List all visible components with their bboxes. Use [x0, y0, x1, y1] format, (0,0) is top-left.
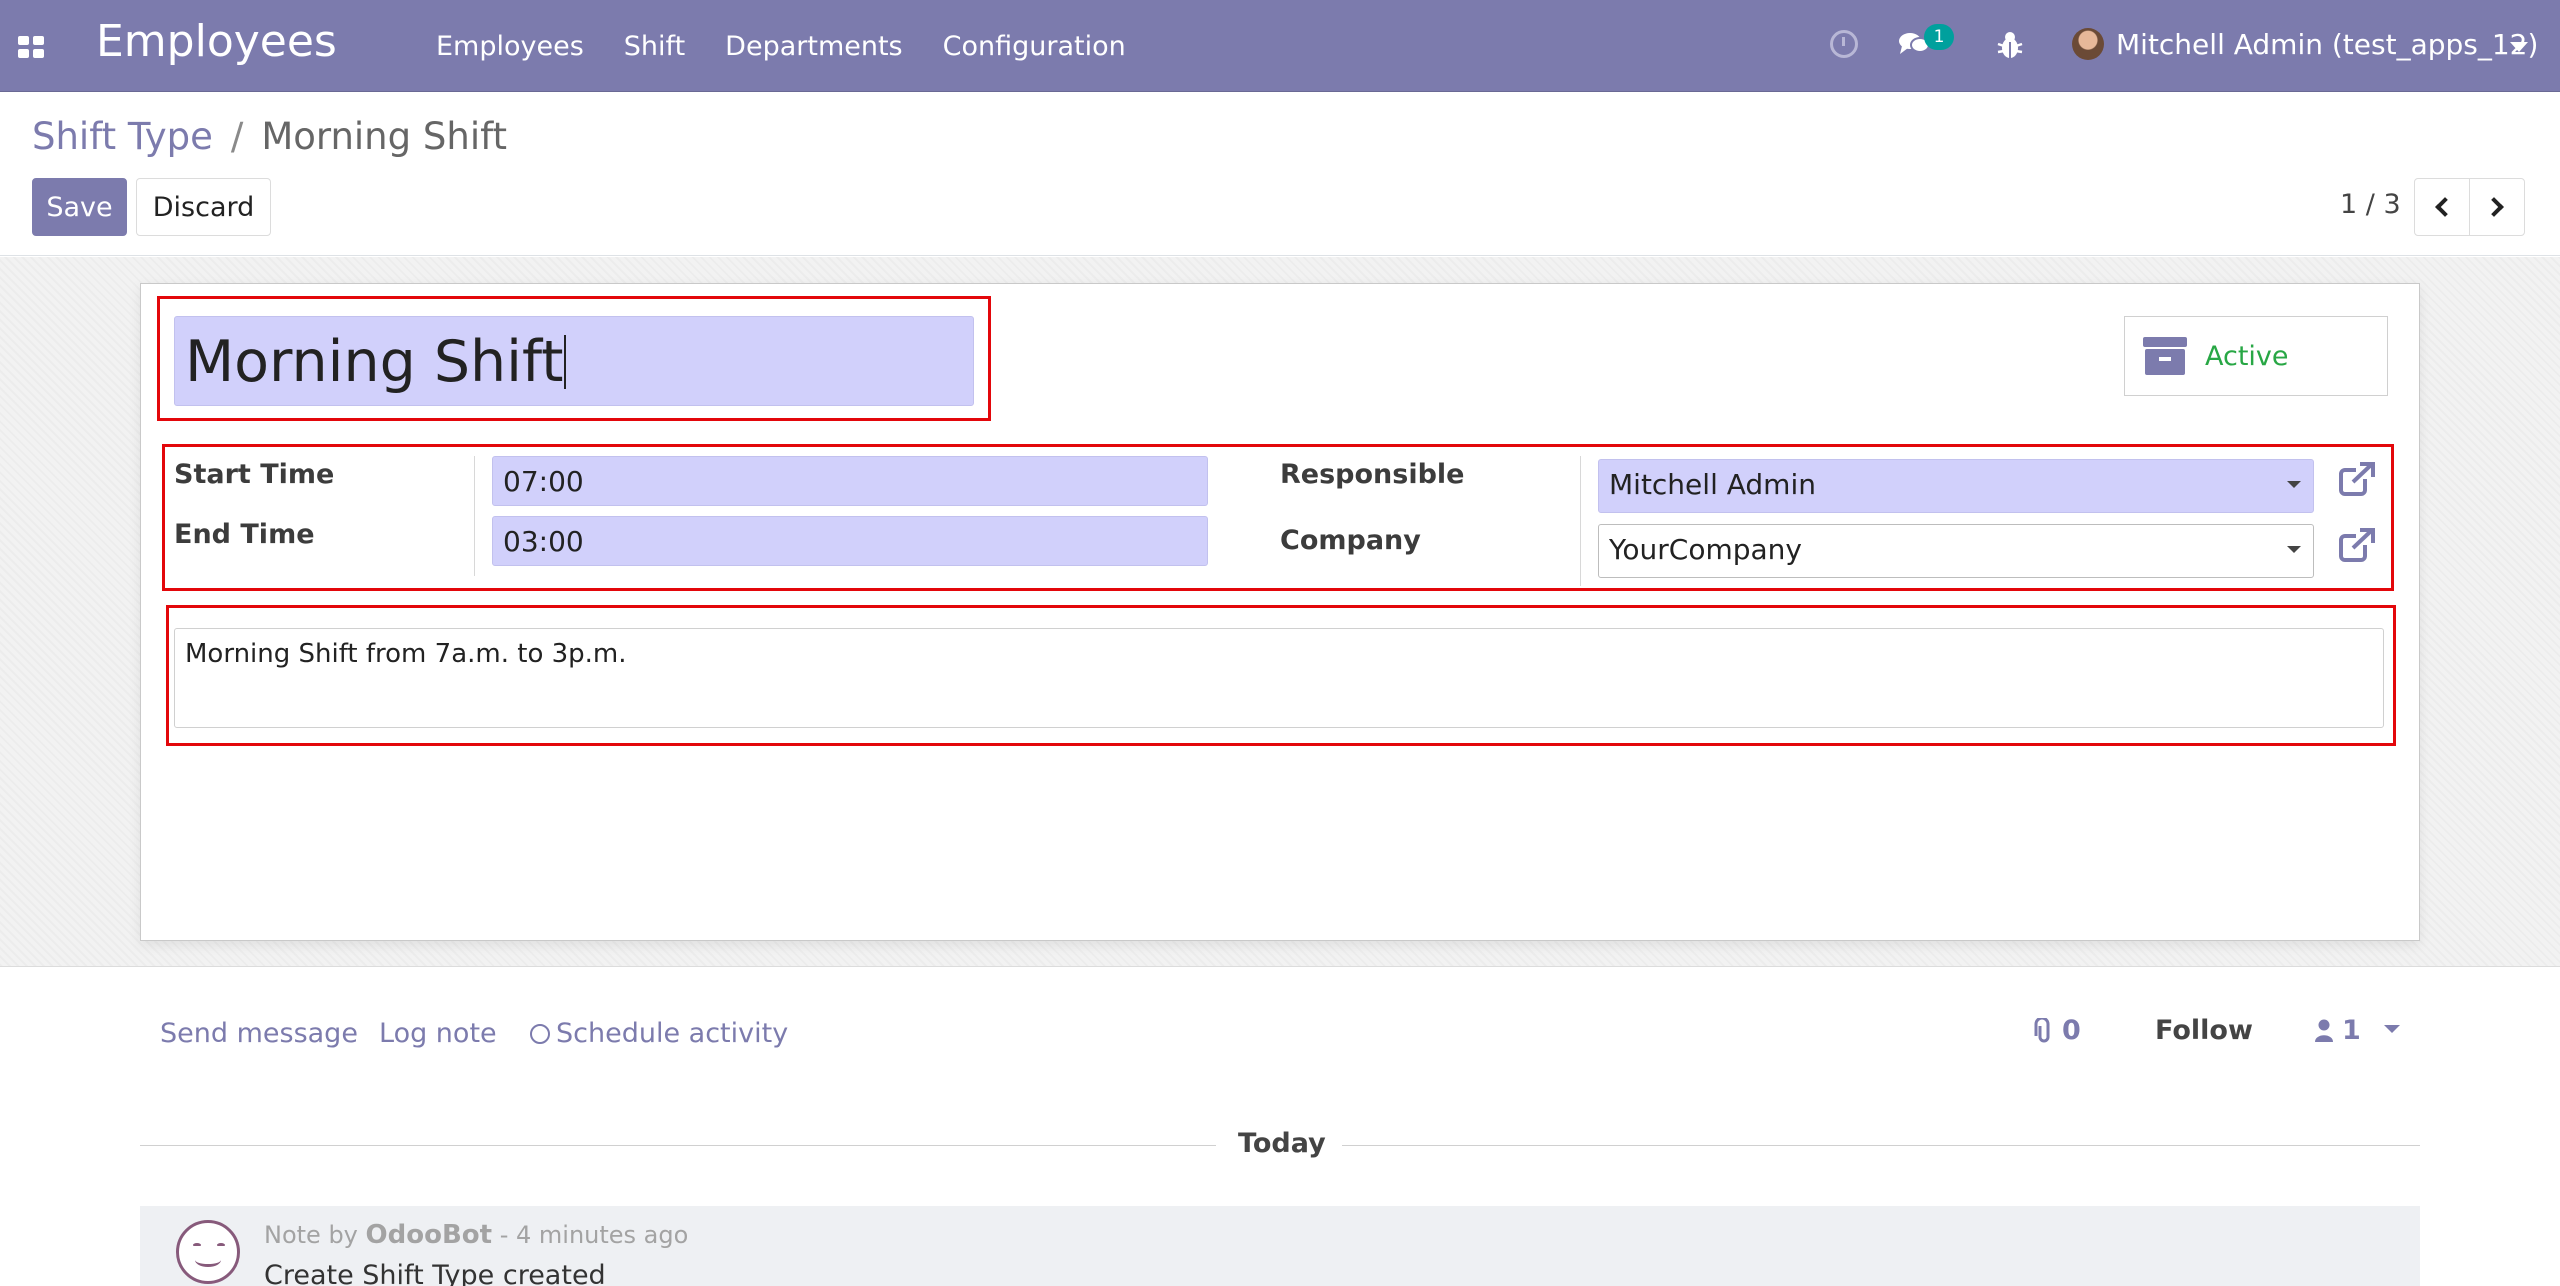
breadcrumb-shift-type[interactable]: Shift Type	[32, 115, 213, 158]
followers-count: 1	[2342, 1015, 2361, 1046]
highlight-description-box	[166, 605, 2396, 746]
pager-previous-button[interactable]	[2414, 178, 2470, 236]
top-navbar: Employees Employees Shift Departments Co…	[0, 0, 2560, 92]
followers-button[interactable]: 1	[2314, 1015, 2361, 1046]
chevron-down-icon[interactable]	[2510, 42, 2528, 52]
active-label: Active	[2205, 340, 2289, 372]
message-prefix: Note by	[264, 1221, 358, 1249]
message-header: Note by OdooBot - 4 minutes ago	[264, 1220, 688, 1250]
menu-item-configuration[interactable]: Configuration	[943, 31, 1126, 62]
log-note-button[interactable]: Log note	[379, 1018, 497, 1049]
attachments-count: 0	[2062, 1015, 2081, 1046]
date-separator: Today	[1238, 1128, 1326, 1159]
save-button[interactable]: Save	[32, 178, 127, 236]
message-author[interactable]: OdooBot	[366, 1220, 493, 1250]
highlight-name-box	[157, 296, 991, 421]
clock-icon	[530, 1024, 550, 1044]
paperclip-icon	[2034, 1017, 2050, 1042]
chevron-down-icon[interactable]	[2384, 1025, 2400, 1033]
apps-icon[interactable]	[18, 36, 44, 58]
active-toggle-button[interactable]: Active	[2124, 316, 2388, 396]
discard-button[interactable]: Discard	[136, 178, 271, 236]
message-body: Create Shift Type created	[264, 1260, 606, 1286]
schedule-activity-label: Schedule activity	[556, 1018, 789, 1049]
chevron-left-icon	[2435, 197, 2455, 217]
bug-icon[interactable]	[1996, 30, 2024, 60]
divider	[140, 1145, 1216, 1146]
menu-item-shift[interactable]: Shift	[624, 31, 685, 62]
message-time: - 4 minutes ago	[499, 1221, 689, 1249]
attachments-button[interactable]: 0	[2034, 1015, 2081, 1046]
user-avatar[interactable]	[2072, 28, 2104, 60]
highlight-fields-box	[162, 444, 2394, 591]
breadcrumb-current: Morning Shift	[261, 115, 507, 158]
chevron-right-icon	[2484, 197, 2504, 217]
user-icon	[2315, 1019, 2333, 1042]
pager-value[interactable]: 1 / 3	[2340, 189, 2401, 220]
breadcrumb-separator: /	[230, 115, 244, 158]
menu-item-departments[interactable]: Departments	[725, 31, 902, 62]
main-menu: Employees Shift Departments Configuratio…	[436, 0, 1126, 92]
schedule-activity-button[interactable]: Schedule activity	[530, 1018, 788, 1049]
archive-icon	[2143, 337, 2187, 375]
breadcrumb: Shift Type / Morning Shift	[32, 115, 507, 158]
odoobot-avatar[interactable]	[176, 1220, 240, 1284]
user-menu[interactable]: Mitchell Admin (test_apps_12)	[2116, 28, 2538, 61]
send-message-button[interactable]: Send message	[160, 1018, 358, 1049]
follow-button[interactable]: Follow	[2155, 1015, 2253, 1046]
activity-clock-icon[interactable]	[1830, 30, 1858, 58]
app-title[interactable]: Employees	[96, 16, 337, 67]
pager-next-button[interactable]	[2469, 178, 2525, 236]
chat-badge: 1	[1924, 24, 1954, 50]
control-panel: Shift Type / Morning Shift Save Discard …	[0, 93, 2560, 256]
divider	[1342, 1145, 2420, 1146]
menu-item-employees[interactable]: Employees	[436, 31, 584, 62]
